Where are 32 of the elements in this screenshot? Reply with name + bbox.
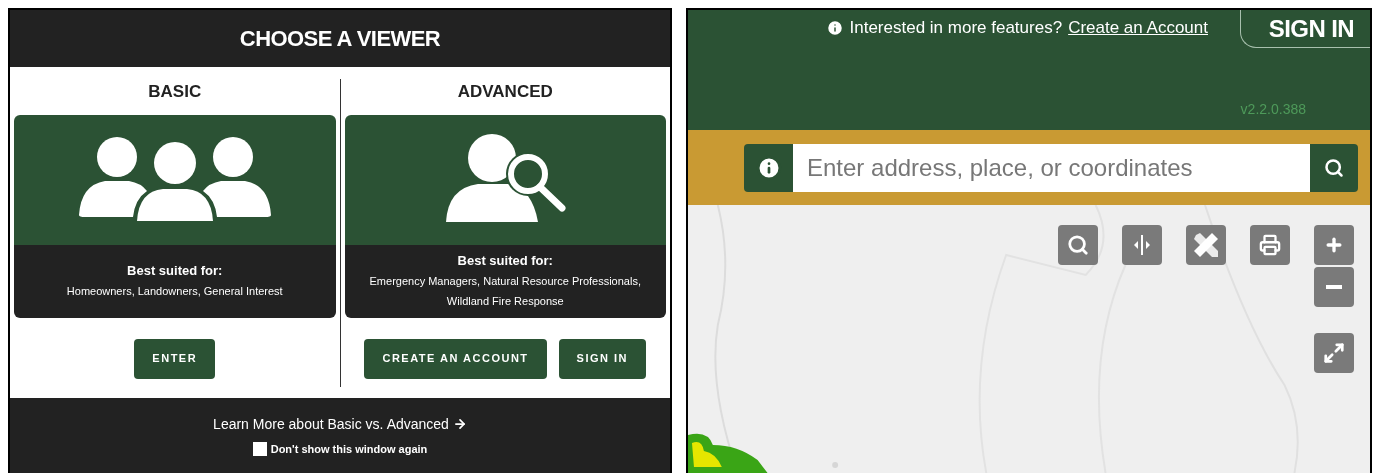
zoom-out-button[interactable]	[1314, 267, 1354, 307]
suited-text: Emergency Managers, Natural Resource Professionals, Wildland Fire Response	[368, 273, 642, 309]
dont-show-checkbox[interactable]	[252, 442, 267, 456]
swipe-button[interactable]	[1122, 225, 1162, 265]
suited-label: Best suited for:	[127, 262, 223, 281]
magnifier-icon	[1067, 234, 1089, 256]
notice-text: Interested in more features?	[849, 17, 1063, 39]
printer-icon	[1259, 234, 1281, 256]
arrow-right-icon	[452, 417, 467, 432]
dont-show-label: Don't show this window again	[270, 441, 428, 457]
suited-text: Homeowners, Landowners, General Interest	[66, 283, 283, 299]
suited-label: Best suited for:	[457, 252, 553, 271]
plus-icon	[1324, 235, 1344, 255]
zoom-search-button[interactable]	[1058, 225, 1098, 265]
expand-arrows-icon	[1323, 342, 1345, 364]
create-account-link[interactable]: Create an Account	[1068, 15, 1208, 41]
measure-button[interactable]	[1186, 225, 1226, 265]
viewer-button[interactable]: ENTER	[134, 338, 216, 379]
column-heading: BASIC	[148, 81, 202, 103]
zoom-in-button[interactable]	[1314, 225, 1354, 265]
fullscreen-button[interactable]	[1314, 333, 1354, 373]
version-label: v2.2.0.388	[1240, 100, 1306, 119]
sign-in-button[interactable]: SIGN IN	[1240, 10, 1370, 48]
column-heading: ADVANCED	[457, 81, 553, 103]
minus-icon	[1326, 285, 1342, 289]
dialog-title: CHOOSE A VIEWER	[239, 25, 441, 53]
info-icon	[825, 18, 844, 37]
print-button[interactable]	[1250, 225, 1290, 265]
search-icon	[1324, 157, 1344, 178]
viewer-button[interactable]: CREATE AN ACCOUNT	[364, 338, 547, 379]
viewer-button[interactable]: SIGN IN	[558, 338, 646, 379]
learn-more-link[interactable]: Learn More about Basic vs. Advanced	[213, 413, 467, 435]
